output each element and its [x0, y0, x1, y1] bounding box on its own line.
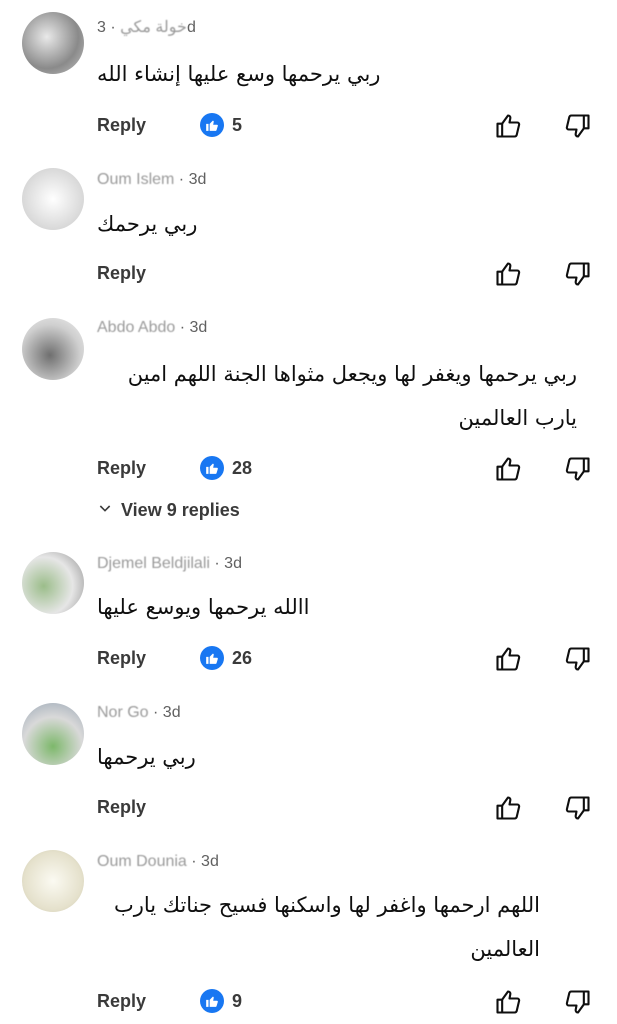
thumbs-down-outline-icon[interactable]: [564, 794, 592, 822]
thumbs-up-badge-icon: [200, 113, 224, 137]
comment-time: · 3d: [178, 171, 207, 188]
comment-time: · 3d: [179, 319, 208, 336]
comment-time: · 3d: [153, 704, 181, 721]
thumbs-down-outline-icon[interactable]: [564, 112, 592, 140]
comment-text: ربي يرحمها وسع عليها إنشاء الله: [97, 62, 381, 86]
thumbs-up-outline-icon[interactable]: [494, 794, 522, 822]
reply-button[interactable]: Reply: [97, 648, 146, 669]
like-count: 28: [200, 456, 252, 480]
comment-author[interactable]: Abdo Abdo: [97, 319, 175, 336]
comment-text: اللهم ارحمها واغفر لها واسكنها فسيح جنات…: [113, 893, 540, 961]
avatar[interactable]: [22, 850, 84, 912]
thumbs-up-outline-icon[interactable]: [494, 455, 522, 483]
comment-time: · 3d: [214, 555, 242, 572]
thumbs-down-outline-icon[interactable]: [564, 455, 592, 483]
avatar[interactable]: [22, 318, 84, 380]
thumbs-up-outline-icon[interactable]: [494, 988, 522, 1016]
thumbs-down-outline-icon[interactable]: [564, 645, 592, 673]
like-count: 26: [200, 646, 252, 670]
like-count: 5: [200, 113, 242, 137]
avatar[interactable]: [22, 552, 84, 614]
comment-author[interactable]: Djemel Beldjilali: [97, 555, 210, 572]
comment-text: ربي يرحمها: [97, 745, 196, 769]
like-count: 9: [200, 989, 242, 1013]
reply-button[interactable]: Reply: [97, 263, 146, 284]
reply-button[interactable]: Reply: [97, 991, 146, 1012]
thumbs-up-outline-icon[interactable]: [494, 260, 522, 288]
reply-button[interactable]: Reply: [97, 115, 146, 136]
comment-author[interactable]: Nor Go: [97, 704, 149, 721]
thumbs-down-outline-icon[interactable]: [564, 988, 592, 1016]
chevron-down-icon: [97, 500, 113, 521]
comment-author[interactable]: Oum Islem: [97, 171, 174, 188]
thumbs-up-badge-icon: [200, 989, 224, 1013]
avatar[interactable]: [22, 703, 84, 765]
reply-button[interactable]: Reply: [97, 458, 146, 479]
comment-author[interactable]: خولة مكي: [120, 19, 187, 36]
view-replies-button[interactable]: View 9 replies: [97, 500, 240, 521]
comment-text: ربي يرحمك: [97, 212, 198, 236]
thumbs-down-outline-icon[interactable]: [564, 260, 592, 288]
reply-button[interactable]: Reply: [97, 797, 146, 818]
comment-text: ربي يرحمها ويغفر لها ويجعل مثواها الجنة …: [127, 362, 577, 430]
comment-author[interactable]: Oum Dounia: [97, 853, 187, 870]
thumbs-up-outline-icon[interactable]: [494, 112, 522, 140]
comment-time: · 3d: [191, 853, 219, 870]
thumbs-up-badge-icon: [200, 456, 224, 480]
comment-text: االله يرحمها ويوسع عليها: [97, 595, 310, 619]
thumbs-up-badge-icon: [200, 646, 224, 670]
avatar[interactable]: [22, 168, 84, 230]
avatar[interactable]: [22, 12, 84, 74]
thumbs-up-outline-icon[interactable]: [494, 645, 522, 673]
